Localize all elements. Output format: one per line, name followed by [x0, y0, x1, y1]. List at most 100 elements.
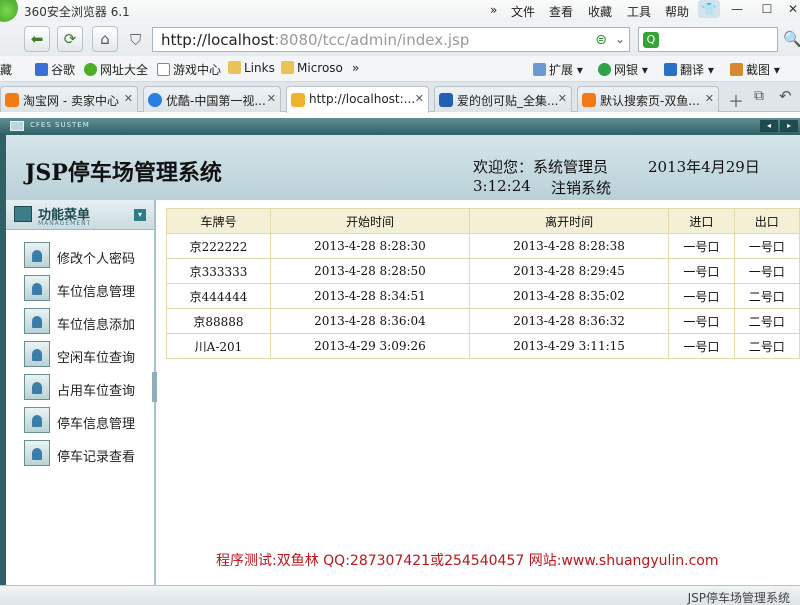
back-icon[interactable]: ⬅ — [24, 26, 50, 52]
sidebar-item-parking-records[interactable]: 停车记录查看 — [24, 440, 150, 468]
tab-close-icon[interactable]: ✕ — [124, 92, 133, 105]
bookmark-url-directory[interactable]: 网址大全 — [84, 61, 148, 78]
bookmark-favorites[interactable]: 藏 — [0, 61, 12, 78]
scissors-icon — [730, 63, 743, 76]
home-icon[interactable]: ⌂ — [92, 26, 118, 52]
sidebar-item-occupied-spaces[interactable]: 占用车位查询 — [24, 374, 150, 402]
menu-more-icon[interactable]: » — [490, 3, 497, 17]
collapse-left-icon[interactable]: ◂ — [760, 120, 778, 132]
credit-text: 程序测试:双鱼林 QQ:287307421或254540457 网站:www.s… — [216, 553, 719, 569]
cell-exit: 一号口 — [733, 233, 800, 259]
table-row: 京444444 2013-4-28 8:34:51 2013-4-28 8:35… — [166, 283, 800, 309]
browser-title-bar: 360安全浏览器 6.1 » 文件 查看 收藏 工具 帮助 👕 — ☐ ✕ — [0, 0, 800, 22]
screenshot-button[interactable]: 截图 ▾ — [730, 61, 780, 78]
menu-file[interactable]: 文件 — [511, 3, 535, 20]
header-plate: 车牌号 — [166, 208, 271, 234]
sidebar-item-free-spaces[interactable]: 空闲车位查询 — [24, 341, 150, 369]
cell-entrance: 一号口 — [668, 333, 735, 359]
cell-exit: 二号口 — [733, 308, 800, 334]
cell-leave-time: 2013-4-28 8:36:32 — [469, 308, 670, 334]
current-date: 2013年4月29日 — [648, 158, 760, 176]
status-bar: JSP停车场管理系统 — [0, 585, 800, 605]
undo-close-icon[interactable]: ↶ — [779, 87, 792, 105]
collapse-right-icon[interactable]: ▸ — [780, 120, 798, 132]
online-bank-button[interactable]: 网银 ▾ — [598, 61, 648, 78]
cell-entrance: 一号口 — [668, 283, 735, 309]
shield-icon[interactable]: ⛉ — [130, 31, 141, 49]
dropdown-icon[interactable]: ⌄ — [615, 32, 625, 46]
google-icon — [35, 63, 48, 76]
bookmark-game-center[interactable]: 游戏中心 — [157, 61, 221, 78]
compat-mode-icon[interactable]: ⊜ — [595, 32, 607, 48]
app-title: JSP停车场管理系统 — [25, 160, 222, 186]
sidebar-item-change-password[interactable]: 修改个人密码 — [24, 242, 150, 270]
tab-close-icon[interactable]: ✕ — [415, 92, 424, 105]
sidebar-item-space-management[interactable]: 车位信息管理 — [24, 275, 150, 303]
menu-view[interactable]: 查看 — [549, 3, 573, 20]
tab-default-search[interactable]: 默认搜索页-双鱼... ✕ — [577, 86, 719, 112]
tab-youku[interactable]: 优酷-中国第一视... ✕ — [143, 86, 281, 112]
sidebar-subtitle: MANAGEMENT — [38, 220, 92, 227]
folder-icon — [228, 61, 241, 74]
cell-plate: 川A-201 — [166, 333, 271, 359]
bank-icon — [598, 63, 611, 76]
skin-icon[interactable]: 👕 — [698, 0, 720, 18]
table-row: 京222222 2013-4-28 8:28:30 2013-4-28 8:28… — [166, 233, 800, 259]
extensions-button[interactable]: 扩展 ▾ — [533, 61, 583, 78]
browser-title: 360安全浏览器 6.1 — [24, 5, 130, 19]
cell-leave-time: 2013-4-28 8:29:45 — [469, 258, 670, 284]
user-icon — [24, 440, 50, 466]
user-icon — [24, 407, 50, 433]
bookmark-links[interactable]: Links — [228, 61, 275, 75]
table-row: 京333333 2013-4-28 8:28:50 2013-4-28 8:29… — [166, 258, 800, 284]
minimize-icon[interactable]: — — [722, 0, 752, 18]
cell-leave-time: 2013-4-28 8:35:02 — [469, 283, 670, 309]
menu-tools[interactable]: 工具 — [627, 3, 651, 20]
menu-icon — [14, 206, 32, 222]
user-icon — [24, 374, 50, 400]
logout-link[interactable]: 注销系统 — [551, 177, 611, 198]
sidebar-splitter[interactable] — [152, 372, 157, 402]
search-engine-icon[interactable]: Q — [643, 32, 659, 48]
translate-icon — [664, 63, 677, 76]
cell-plate: 京222222 — [166, 233, 271, 259]
header-start-time: 开始时间 — [269, 208, 471, 234]
search-input[interactable]: Q — [638, 27, 778, 52]
tab-close-icon[interactable]: ✕ — [558, 92, 567, 105]
strip-label: CFES SUSTEM — [30, 121, 90, 129]
translate-button[interactable]: 翻译 ▾ — [664, 61, 714, 78]
sidebar-item-parking-management[interactable]: 停车信息管理 — [24, 407, 150, 435]
ku6-icon — [439, 93, 453, 107]
tab-ku6[interactable]: 爱的创可贴_全集... ✕ — [434, 86, 572, 112]
tab-localhost[interactable]: http://localhost:... ✕ — [286, 86, 429, 113]
restore-tab-icon[interactable]: ⧉ — [754, 88, 764, 104]
bookmark-google[interactable]: 谷歌 — [35, 61, 75, 78]
new-tab-icon[interactable]: ＋ — [728, 88, 744, 112]
user-icon — [24, 242, 50, 268]
tab-taobao[interactable]: 淘宝网 - 卖家中心 ✕ — [0, 86, 138, 112]
search-icon[interactable]: 🔍 — [783, 30, 800, 48]
cell-exit: 二号口 — [733, 283, 800, 309]
extension-icon — [533, 63, 546, 76]
sidebar-item-space-add[interactable]: 车位信息添加 — [24, 308, 150, 336]
menu-help[interactable]: 帮助 — [665, 3, 689, 20]
collapse-menu-icon[interactable]: ▾ — [134, 209, 146, 221]
browser-logo-icon — [0, 0, 18, 22]
cell-leave-time: 2013-4-28 8:28:38 — [469, 233, 670, 259]
bookmarks-more[interactable]: » — [352, 61, 359, 75]
header-leave-time: 离开时间 — [469, 208, 670, 234]
menu-favorites[interactable]: 收藏 — [588, 3, 612, 20]
header-entrance: 进口 — [668, 208, 735, 234]
user-icon — [24, 308, 50, 334]
directory-icon — [84, 63, 97, 76]
parking-records-table: 车牌号 开始时间 离开时间 进口 出口 京222222 2013-4-28 8:… — [166, 208, 800, 359]
close-icon[interactable]: ✕ — [778, 0, 800, 18]
refresh-icon[interactable]: ⟳ — [57, 26, 83, 52]
user-icon — [24, 275, 50, 301]
bookmark-microsoft[interactable]: Microso — [281, 61, 343, 75]
page-icon — [157, 63, 170, 76]
cell-start-time: 2013-4-28 8:28:50 — [269, 258, 471, 284]
url-input[interactable]: http://localhost:8080/tcc/admin/index.js… — [152, 27, 630, 52]
tab-close-icon[interactable]: ✕ — [267, 92, 276, 105]
tab-close-icon[interactable]: ✕ — [705, 92, 714, 105]
